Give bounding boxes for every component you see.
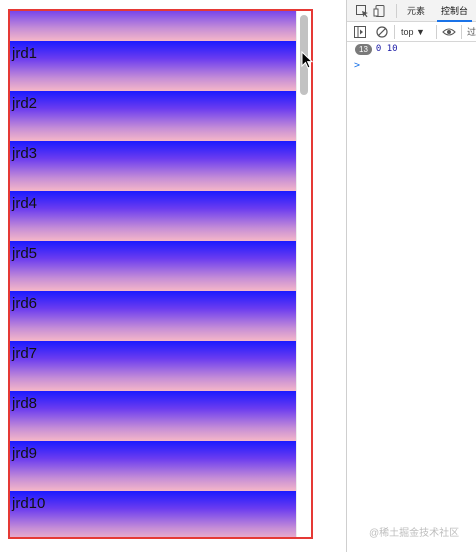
tab-console[interactable]: 控制台 [437, 0, 473, 22]
list-item-label: jrd5 [12, 245, 38, 262]
list-item: jrd1 [10, 41, 296, 91]
list-item [10, 11, 296, 41]
console-toolbar: top ▼ 过 [347, 22, 476, 42]
list-item-label: jrd10 [12, 495, 46, 512]
device-toolbar-icon[interactable] [373, 4, 387, 18]
devtools-tab-bar: 元素 控制台 [347, 0, 476, 22]
list-item: jrd6 [10, 291, 296, 341]
list-item: jrd2 [10, 91, 296, 141]
mouse-cursor-icon [301, 51, 313, 69]
list-item-label: jrd2 [12, 95, 38, 112]
list-item: jrd3 [10, 141, 296, 191]
log-message: 0 10 [375, 44, 398, 54]
toolbar-separator [394, 25, 395, 39]
scroll-container[interactable]: jrd1 jrd2 jrd3 jrd4 jrd5 jrd6 jrd7 jrd8 … [8, 9, 313, 539]
list-item: jrd7 [10, 341, 296, 391]
console-log-row: 13 0 10 [355, 43, 398, 55]
eye-icon[interactable] [442, 25, 456, 39]
list-item: jrd9 [10, 441, 296, 491]
list-item: jrd8 [10, 391, 296, 441]
clear-console-icon[interactable] [375, 25, 389, 39]
scrollbar-track[interactable] [296, 11, 311, 537]
list: jrd1 jrd2 jrd3 jrd4 jrd5 jrd6 jrd7 jrd8 … [10, 11, 296, 537]
list-item: jrd10 [10, 491, 296, 537]
tab-separator [396, 4, 397, 18]
list-item: jrd5 [10, 241, 296, 291]
list-item-label: jrd7 [12, 345, 38, 362]
toolbar-separator [461, 25, 462, 39]
tab-elements[interactable]: 元素 [403, 0, 429, 22]
list-item-label: jrd1 [12, 45, 38, 62]
toolbar-separator [436, 25, 437, 39]
list-item: jrd4 [10, 191, 296, 241]
list-viewport[interactable]: jrd1 jrd2 jrd3 jrd4 jrd5 jrd6 jrd7 jrd8 … [10, 11, 296, 537]
list-item-label: jrd6 [12, 295, 38, 312]
console-prompt[interactable]: > [354, 60, 360, 71]
sidebar-toggle-icon[interactable] [353, 25, 367, 39]
devtools-panel: 元素 控制台 top ▼ 过 13 0 10 > [346, 0, 476, 552]
list-item-label: jrd9 [12, 445, 38, 462]
repeat-count-badge: 13 [355, 43, 372, 55]
list-item-label: jrd4 [12, 195, 38, 212]
inspect-element-icon[interactable] [355, 4, 369, 18]
context-selector[interactable]: top ▼ [401, 22, 425, 42]
filter-input[interactable]: 过 [467, 22, 476, 42]
list-item-label: jrd3 [12, 145, 38, 162]
watermark: @稀土掘金技术社区 [369, 528, 460, 539]
list-item-label: jrd8 [12, 395, 38, 412]
